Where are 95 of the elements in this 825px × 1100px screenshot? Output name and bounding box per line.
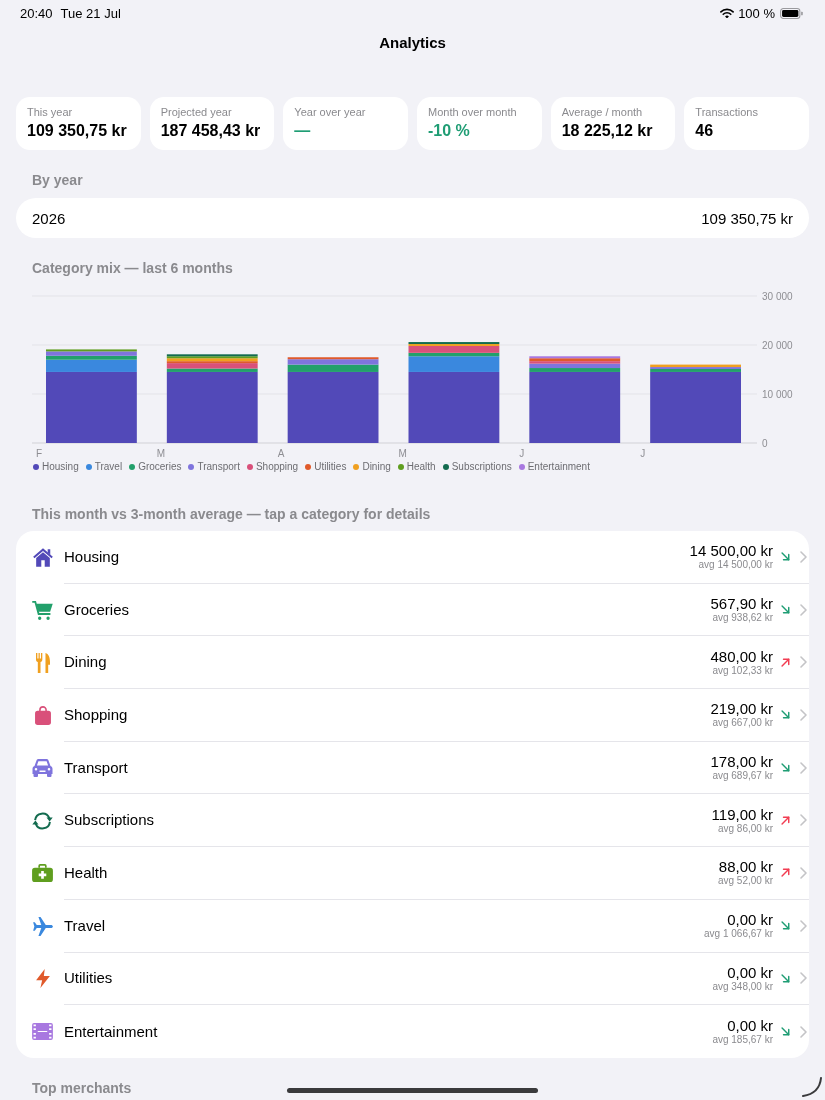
- chevron-icon: [800, 708, 807, 721]
- chevron-icon: [800, 919, 807, 932]
- category-row[interactable]: Groceries 567,90 kr avg 938,62 kr: [16, 583, 809, 637]
- category-name: Housing: [64, 547, 121, 566]
- category-name: Dining: [64, 653, 108, 672]
- resize-grip-icon[interactable]: [802, 1077, 822, 1097]
- wifi-icon: [720, 7, 735, 19]
- stat-label: Month over month: [428, 106, 518, 119]
- category-average: avg 185,67 kr: [712, 1034, 773, 1047]
- stat-value: -10 %: [428, 121, 471, 141]
- category-row[interactable]: Dining 480,00 kr avg 102,33 kr: [16, 636, 809, 690]
- category-average: avg 348,00 kr: [712, 980, 773, 993]
- axis-tick-label: F: [36, 448, 43, 458]
- axis-tick-label: J: [519, 448, 525, 458]
- legend-label: Groceries: [138, 460, 182, 474]
- stat-value: 187 458,43 kr: [160, 121, 262, 141]
- category-row[interactable]: Shopping 219,00 kr avg 667,00 kr: [16, 689, 809, 742]
- category-amount: 219,00 kr: [710, 700, 773, 718]
- chevron-icon: [800, 603, 807, 616]
- category-name: Travel: [64, 916, 107, 935]
- category-average: avg 102,33 kr: [712, 664, 773, 677]
- chevron-icon: [800, 972, 807, 985]
- status-time: 20:40: [20, 5, 53, 21]
- year-label: 2026: [32, 209, 66, 227]
- legend-label: Travel: [94, 460, 123, 474]
- category-amount: 14 500,00 kr: [689, 542, 773, 560]
- axis-tick-label: A: [277, 448, 285, 458]
- category-amount: 0,00 kr: [727, 1017, 773, 1035]
- legend-label: Health: [406, 460, 436, 474]
- category-name: Transport: [64, 758, 129, 777]
- legend-label: Utilities: [314, 460, 347, 474]
- section-header: By year: [32, 172, 83, 189]
- category-name: Groceries: [64, 600, 131, 619]
- category-name: Entertainment: [64, 1022, 159, 1041]
- category-row[interactable]: Entertainment 0,00 kr avg 185,67 kr: [16, 1005, 809, 1058]
- category-row[interactable]: Utilities 0,00 kr avg 348,00 kr: [16, 952, 809, 1006]
- category-name: Health: [64, 863, 109, 882]
- chevron-icon: [800, 656, 807, 669]
- stat-value: 109 350,75 kr: [27, 121, 128, 141]
- chevron-icon: [800, 866, 807, 879]
- category-row[interactable]: Transport 178,00 kr avg 689,67 kr: [16, 741, 809, 795]
- chevron-icon: [800, 761, 807, 774]
- category-row[interactable]: Health 88,00 kr avg 52,00 kr: [16, 847, 809, 900]
- stat-value: 18 225,12 kr: [561, 121, 654, 141]
- axis-tick-label: 20 000: [762, 339, 793, 351]
- stat-value: 46: [695, 121, 715, 141]
- legend-label: Shopping: [255, 460, 299, 474]
- category-average: avg 667,00 kr: [712, 717, 773, 730]
- status-date: Tue 21 Jul: [60, 5, 121, 21]
- category-average: avg 86,00 kr: [717, 822, 773, 835]
- year-amount: 109 350,75 kr: [701, 209, 793, 227]
- chevron-icon: [800, 1025, 807, 1038]
- category-amount: 567,90 kr: [710, 595, 773, 613]
- legend-label: Housing: [42, 460, 79, 474]
- stat-label: Year over year: [294, 106, 367, 119]
- legend-label: Entertainment: [527, 460, 590, 474]
- category-amount: 480,00 kr: [710, 647, 773, 665]
- battery-percentage: 100 %: [738, 5, 775, 21]
- axis-tick-label: M: [156, 448, 166, 458]
- category-row[interactable]: Travel 0,00 kr avg 1 066,67 kr: [16, 899, 809, 953]
- section-header: Top merchants: [32, 1079, 132, 1097]
- chevron-icon: [800, 814, 807, 827]
- axis-tick-label: 30 000: [762, 290, 793, 302]
- category-average: avg 1 066,67 kr: [704, 928, 773, 941]
- category-average: avg 938,62 kr: [712, 612, 773, 625]
- category-average: avg 14 500,00 kr: [698, 559, 773, 572]
- section-header: Category mix — last 6 months: [32, 260, 233, 277]
- category-amount: 0,00 kr: [727, 911, 773, 929]
- stat-label: Average / month: [561, 106, 644, 119]
- stat-value: —: [294, 121, 312, 141]
- axis-tick-label: J: [640, 448, 646, 458]
- category-amount: 0,00 kr: [727, 963, 773, 981]
- category-average: avg 689,67 kr: [712, 770, 773, 783]
- stat-label: Projected year: [160, 106, 233, 119]
- category-row[interactable]: Housing 14 500,00 kr avg 14 500,00 kr: [16, 531, 809, 584]
- category-amount: 119,00 kr: [711, 805, 773, 823]
- legend-label: Subscriptions: [451, 460, 512, 474]
- category-amount: 178,00 kr: [710, 753, 773, 771]
- axis-tick-label: 0: [762, 437, 768, 449]
- category-name: Utilities: [64, 969, 114, 988]
- stat-label: This year: [27, 106, 74, 119]
- chevron-icon: [800, 550, 807, 563]
- category-average: avg 52,00 kr: [717, 875, 773, 888]
- section-header: This month vs 3-month average — tap a category for details: [32, 506, 431, 523]
- axis-tick-label: M: [398, 448, 407, 458]
- axis-tick-label: 10 000: [762, 388, 793, 400]
- stat-label: Transactions: [695, 106, 759, 119]
- category-amount: 88,00 kr: [718, 858, 773, 876]
- category-row[interactable]: Subscriptions 119,00 kr avg 86,00 kr: [16, 794, 809, 848]
- legend-label: Dining: [362, 460, 391, 474]
- legend-label: Transport: [197, 460, 240, 474]
- category-name: Shopping: [64, 705, 129, 724]
- page-title: Analytics: [379, 34, 446, 52]
- category-name: Subscriptions: [64, 811, 156, 830]
- battery-icon: [780, 7, 803, 19]
